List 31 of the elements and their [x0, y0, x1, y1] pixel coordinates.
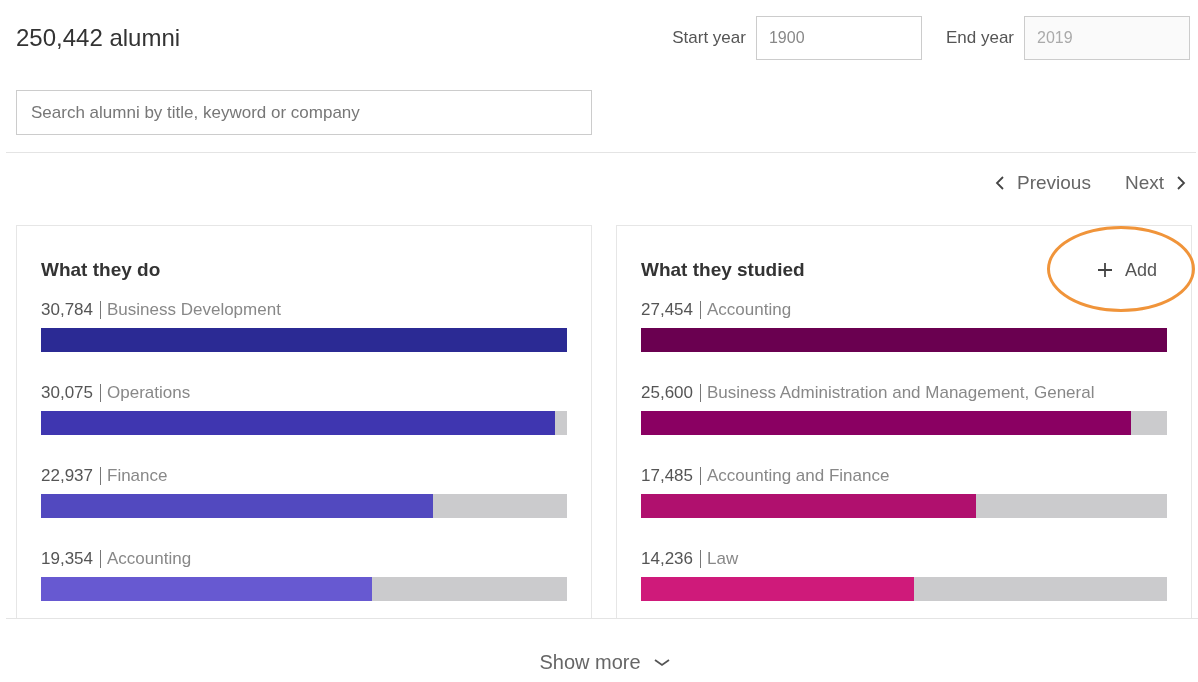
count-text: 22,937 [41, 466, 94, 486]
card-title: What they studied [641, 259, 805, 281]
previous-link[interactable]: Previous [995, 172, 1091, 194]
category-label: Business Administration and Management, General [700, 384, 1095, 402]
count-text: 27,454 [641, 300, 694, 320]
category-label: Operations [100, 384, 191, 402]
category-label: Accounting and Finance [700, 467, 890, 485]
count-text: 14,236 [641, 549, 694, 569]
chevron-right-icon [1176, 175, 1186, 191]
add-button[interactable]: Add [1092, 255, 1167, 285]
year-field[interactable]: 1900 [755, 16, 922, 60]
count-text: 30,784 [41, 300, 94, 320]
chevron-down-icon [652, 657, 671, 668]
category-label: Accounting [700, 301, 792, 319]
card-title: What they do [41, 259, 161, 281]
chevron-left-icon [995, 175, 1005, 191]
category-label: Business Development [100, 301, 281, 319]
show-more-button[interactable]: Show more [539, 651, 671, 674]
field-label: Start year [672, 28, 746, 48]
count-text: 25,600 [641, 383, 694, 403]
count-text: 19,354 [41, 549, 94, 569]
category-label: Accounting [100, 550, 192, 568]
next-link[interactable]: Next [1124, 172, 1186, 194]
search-field[interactable]: Search alumni by title, keyword or company [16, 90, 592, 135]
count-text: 17,485 [641, 466, 694, 486]
plus-icon [1096, 262, 1113, 278]
category-label: Finance [100, 467, 168, 485]
count-text: 30,075 [41, 383, 94, 403]
alumni-count-title: 250,442 alumni [16, 24, 181, 52]
field-label: End year [945, 28, 1014, 48]
category-label: Law [700, 550, 739, 568]
